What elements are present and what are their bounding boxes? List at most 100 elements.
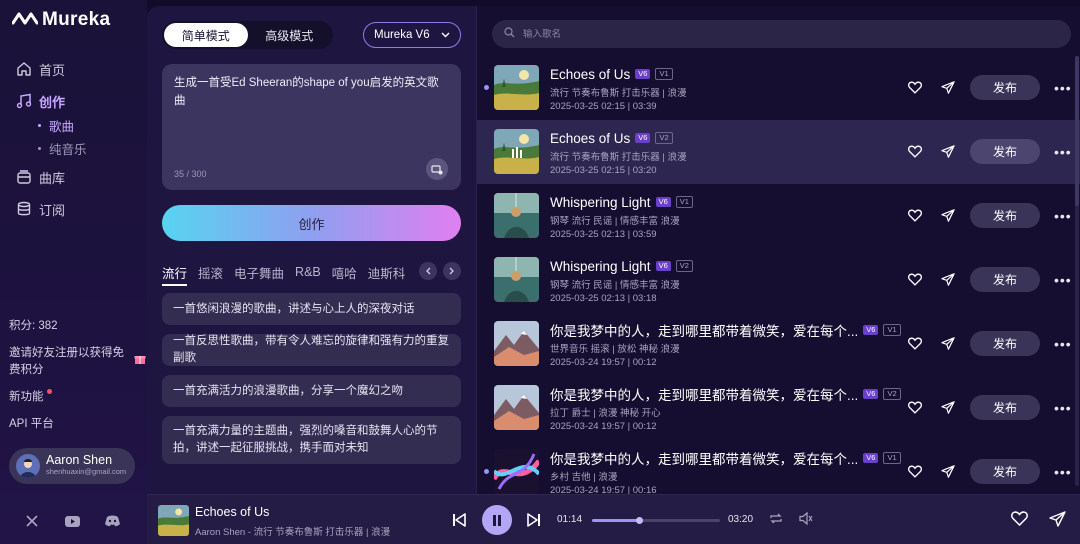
discord-icon[interactable] (104, 514, 120, 528)
more-icon[interactable]: ••• (1054, 272, 1072, 288)
nav-item-subscribe[interactable]: 订阅 (16, 198, 141, 220)
prompt-text[interactable]: 生成一首受Ed Sheeran的shape of you启发的英文歌曲 (174, 74, 449, 110)
song-cover[interactable] (494, 65, 539, 110)
song-row[interactable]: 你是我梦中的人，走到哪里都带着微笑，爱在每个... V6 V2 拉丁 爵士 | 浪漫 … (477, 376, 1080, 440)
song-title[interactable]: Whispering Light (550, 259, 651, 274)
share-icon[interactable] (940, 336, 956, 352)
model-badge: V6 (635, 133, 651, 143)
loop-icon[interactable] (769, 512, 783, 525)
song-cover[interactable] (494, 193, 539, 238)
share-icon[interactable] (940, 272, 956, 288)
song-cover[interactable] (494, 321, 539, 366)
publish-button[interactable]: 发布 (970, 459, 1040, 484)
previous-icon[interactable] (452, 513, 466, 527)
chevron-left-icon[interactable] (419, 262, 437, 280)
volume-icon[interactable] (799, 512, 813, 525)
more-icon[interactable]: ••• (1054, 144, 1072, 160)
nav-item-create[interactable]: 创作 (16, 90, 141, 112)
magic-prompt-icon[interactable] (426, 158, 448, 180)
song-cover[interactable] (494, 257, 539, 302)
search-bar[interactable] (492, 20, 1071, 48)
create-button[interactable]: 创作 (162, 205, 461, 241)
nav-item-home[interactable]: 首页 (16, 58, 141, 80)
publish-button[interactable]: 发布 (970, 203, 1040, 228)
share-icon[interactable] (940, 400, 956, 416)
heart-icon[interactable] (907, 400, 923, 416)
suggestion-item[interactable]: 一首悠闲浪漫的歌曲，讲述与心上人的深夜对话 (162, 293, 461, 325)
tab-genre-hiphop[interactable]: 嘻哈 (332, 263, 357, 282)
share-icon[interactable] (940, 464, 956, 480)
prompt-input[interactable]: 生成一首受Ed Sheeran的shape of you启发的英文歌曲 35 /… (162, 64, 461, 190)
new-features-label: 新功能 (9, 391, 44, 403)
subnav-item-song[interactable]: 歌曲 (38, 114, 141, 137)
nav-item-library[interactable]: 曲库 (16, 166, 141, 188)
song-title[interactable]: Echoes of Us (550, 67, 630, 82)
song-title[interactable]: 你是我梦中的人，走到哪里都带着微笑，爱在每个... (550, 320, 858, 340)
tab-genre-edm[interactable]: 电子舞曲 (234, 263, 284, 282)
suggestion-item[interactable]: 一首充满活力的浪漫歌曲，分享一个魔幻之吻 (162, 375, 461, 407)
song-cover[interactable] (494, 449, 539, 494)
tab-genre-disco[interactable]: 迪斯科 (368, 263, 406, 282)
song-cover[interactable] (494, 129, 539, 174)
song-title[interactable]: Whispering Light (550, 195, 651, 210)
heart-icon[interactable] (907, 144, 923, 160)
song-row[interactable]: Whispering Light V6 V1 钢琴 流行 民谣 | 情感丰富 浪漫 20… (477, 184, 1080, 248)
title-row: 你是我梦中的人，走到哪里都带着微笑，爱在每个... V6 V1 (550, 448, 901, 468)
song-title[interactable]: Echoes of Us (550, 131, 630, 146)
heart-icon[interactable] (907, 464, 923, 480)
song-title[interactable]: 你是我梦中的人，走到哪里都带着微笑，爱在每个... (550, 448, 858, 468)
suggestion-item[interactable]: 一首充满力量的主题曲，强烈的嗓音和鼓舞人心的节拍，讲述一起征服挑战，携手面对未知 (162, 416, 461, 464)
share-icon[interactable] (940, 80, 956, 96)
tab-genre-rnb[interactable]: R&B (295, 265, 321, 279)
advanced-mode-button[interactable]: 高级模式 (248, 23, 332, 47)
new-features-link[interactable]: 新功能 (9, 389, 144, 406)
user-card[interactable]: Aaron Shen shenhuaxin@gmail.com (9, 448, 135, 484)
publish-button[interactable]: 发布 (970, 139, 1040, 164)
scrollbar[interactable] (1075, 56, 1079, 486)
next-icon[interactable] (527, 513, 541, 527)
publish-button[interactable]: 发布 (970, 75, 1040, 100)
brand-name: Mureka (42, 9, 111, 30)
heart-icon[interactable] (907, 336, 923, 352)
search-input[interactable] (523, 28, 1023, 40)
song-title[interactable]: 你是我梦中的人，走到哪里都带着微笑，爱在每个... (550, 384, 858, 404)
publish-button[interactable]: 发布 (970, 331, 1040, 356)
invite-link[interactable]: 邀请好友注册以获得免费积分 (9, 345, 146, 379)
song-row[interactable]: Whispering Light V6 V2 钢琴 流行 民谣 | 情感丰富 浪漫 20… (477, 248, 1080, 312)
subnav-item-instrumental[interactable]: 纯音乐 (38, 137, 141, 160)
more-icon[interactable]: ••• (1054, 400, 1072, 416)
publish-button[interactable]: 发布 (970, 395, 1040, 420)
now-playing-cover[interactable] (158, 505, 189, 536)
share-icon[interactable] (940, 144, 956, 160)
progress-slider[interactable] (592, 517, 720, 524)
youtube-icon[interactable] (64, 514, 80, 528)
share-icon[interactable] (940, 208, 956, 224)
publish-button[interactable]: 发布 (970, 267, 1040, 292)
tab-genre-pop[interactable]: 流行 (162, 263, 188, 286)
song-row[interactable]: Echoes of Us V6 V2 流行 节奏布鲁斯 打击乐器 | 浪漫 2025-0… (477, 120, 1080, 184)
song-row[interactable]: Echoes of Us V6 V1 流行 节奏布鲁斯 打击乐器 | 浪漫 2025-0… (477, 56, 1080, 120)
more-icon[interactable]: ••• (1054, 80, 1072, 96)
heart-icon[interactable] (907, 272, 923, 288)
more-icon[interactable]: ••• (1054, 336, 1072, 352)
song-cover[interactable] (494, 385, 539, 430)
progress-handle[interactable] (636, 517, 644, 524)
heart-icon[interactable] (907, 208, 923, 224)
chevron-right-icon[interactable] (443, 262, 461, 280)
simple-mode-button[interactable]: 简单模式 (164, 23, 248, 47)
more-icon[interactable]: ••• (1054, 208, 1072, 224)
song-tags: 世界音乐 摇滚 | 放松 神秘 浪漫 (550, 344, 680, 355)
api-platform-link[interactable]: API 平台 (9, 416, 144, 433)
heart-icon[interactable] (907, 80, 923, 96)
logo[interactable]: Mureka (11, 9, 111, 31)
song-row[interactable]: 你是我梦中的人，走到哪里都带着微笑，爱在每个... V6 V1 世界音乐 摇滚 | 放… (477, 312, 1080, 376)
suggestion-item[interactable]: 一首反思性歌曲，带有令人难忘的旋律和强有力的重复副歌 (162, 334, 461, 366)
song-list: Echoes of Us V6 V1 流行 节奏布鲁斯 打击乐器 | 浪漫 2025-0… (477, 56, 1080, 504)
tab-genre-rock[interactable]: 摇滚 (198, 263, 223, 282)
model-select[interactable]: Mureka V6 (363, 22, 461, 48)
pause-button[interactable] (482, 505, 512, 535)
heart-icon[interactable] (1011, 511, 1028, 526)
share-icon[interactable] (1049, 511, 1066, 527)
x-icon[interactable] (24, 514, 40, 528)
more-icon[interactable]: ••• (1054, 464, 1072, 480)
